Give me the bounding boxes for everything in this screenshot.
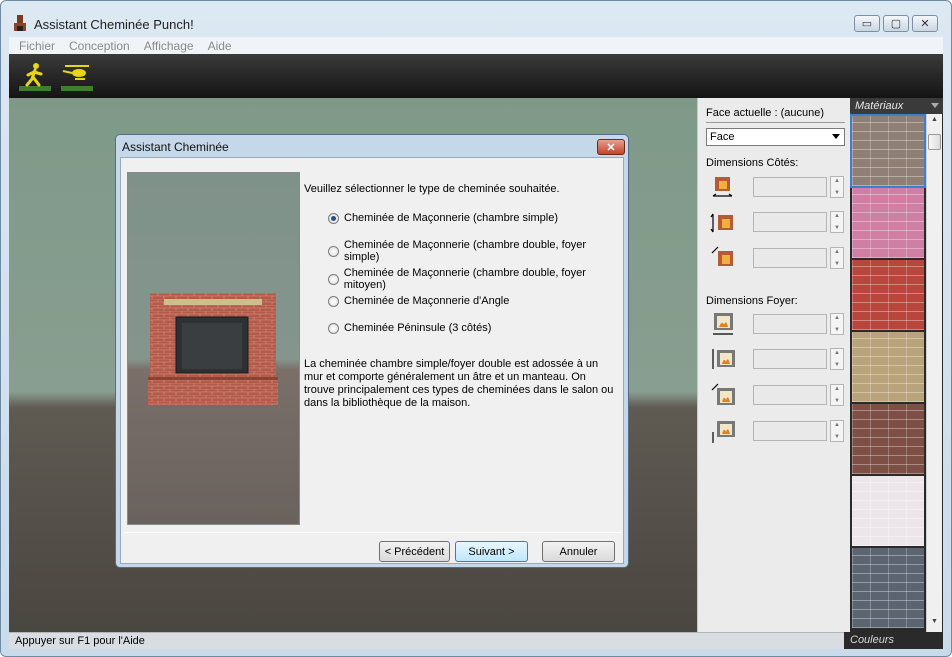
status-text: Appuyer sur F1 pour l'Aide — [15, 635, 145, 647]
side-width-icon — [712, 177, 733, 197]
menu-aide[interactable]: Aide — [208, 39, 232, 53]
side-width-spinner[interactable]: ▲ ▼ — [830, 176, 844, 198]
chevron-down-icon — [832, 134, 840, 139]
divider — [706, 122, 845, 123]
fireplace-type-option[interactable]: Cheminée de Maçonnerie d'Angle — [328, 295, 509, 307]
fireplace-type-option[interactable]: Cheminée de Maçonnerie (chambre double, … — [328, 239, 623, 263]
side-depth-spinner[interactable]: ▲ ▼ — [830, 247, 844, 269]
sides-dimensions-label: Dimensions Côtés: — [706, 157, 799, 169]
materials-panel: Matériaux ▲ ▼ — [850, 98, 943, 632]
hearth-width-spinner[interactable]: ▲ ▼ — [830, 313, 844, 335]
side-height-field[interactable] — [753, 212, 827, 232]
divider — [124, 532, 622, 533]
title-bar[interactable]: Assistant Cheminée Punch! ▭ ▢ ✕ — [1, 1, 951, 37]
toolbar — [9, 54, 943, 98]
option-label: Cheminée de Maçonnerie d'Angle — [344, 295, 510, 307]
scroll-up-icon[interactable]: ▲ — [931, 116, 938, 123]
current-face-label: Face actuelle : (aucune) — [706, 107, 825, 119]
hearth-height-spinner[interactable]: ▲ ▼ — [830, 348, 844, 370]
radio-unselected[interactable] — [328, 273, 339, 285]
next-button[interactable]: Suivant > — [455, 541, 528, 562]
side-height-icon — [710, 213, 733, 233]
previous-button[interactable]: < Précédent — [379, 541, 450, 562]
hearth-depth-field[interactable] — [753, 385, 827, 405]
hearth-height-field[interactable] — [753, 349, 827, 369]
helicopter-view-icon[interactable] — [61, 60, 93, 92]
material-swatch[interactable] — [852, 260, 924, 330]
minimize-button[interactable]: ▭ — [854, 15, 880, 32]
dialog-title: Assistant Cheminée — [122, 140, 229, 154]
option-label: Cheminée de Maçonnerie (chambre double, … — [343, 267, 586, 291]
material-swatch[interactable] — [850, 114, 926, 188]
radio-unselected[interactable] — [328, 245, 339, 257]
fireplace-wizard-dialog: Assistant Cheminée ✕ Veuillez sélectionn… — [115, 134, 629, 568]
hearth-elevation-icon — [712, 421, 735, 443]
hearth-width-icon — [713, 313, 733, 335]
dialog-close-button[interactable]: ✕ — [597, 139, 625, 155]
hearth-elevation-spinner[interactable]: ▲ ▼ — [830, 420, 844, 442]
fireplace-preview-image — [127, 172, 300, 525]
materials-header[interactable]: Matériaux — [850, 98, 943, 114]
face-select[interactable]: Face — [706, 128, 845, 146]
chevron-down-icon — [931, 103, 939, 108]
status-bar: Appuyer sur F1 pour l'Aide — [9, 632, 943, 649]
material-swatch[interactable] — [852, 332, 924, 402]
hearth-depth-icon — [711, 383, 735, 405]
walk-mode-icon[interactable] — [19, 60, 51, 92]
menu-affichage[interactable]: Affichage — [144, 39, 194, 53]
menu-fichier[interactable]: Fichier — [19, 39, 55, 53]
radio-unselected[interactable] — [328, 295, 339, 307]
dialog-body: Veuillez sélectionner le type de cheminé… — [120, 157, 624, 564]
app-window: Assistant Cheminée Punch! ▭ ▢ ✕ Fichier … — [0, 0, 952, 657]
wizard-prompt: Veuillez sélectionner le type de cheminé… — [304, 183, 560, 195]
fireplace-description: La cheminée chambre simple/foyer double … — [304, 358, 614, 409]
hearth-dimensions-label: Dimensions Foyer: — [706, 295, 798, 307]
material-swatch[interactable] — [852, 188, 924, 258]
side-depth-field[interactable] — [753, 248, 827, 268]
window-title: Assistant Cheminée Punch! — [34, 17, 194, 32]
face-select-value: Face — [710, 131, 735, 143]
option-label: Cheminée de Maçonnerie (chambre simple) — [344, 212, 558, 224]
hearth-depth-spinner[interactable]: ▲ ▼ — [830, 384, 844, 406]
close-window-button[interactable]: ✕ — [912, 15, 938, 32]
option-label: Cheminée de Maçonnerie (chambre double, … — [343, 239, 587, 263]
scroll-down-icon[interactable]: ▼ — [931, 618, 938, 625]
properties-panel: Face actuelle : (aucune) Face Dimensions… — [697, 98, 850, 632]
side-height-spinner[interactable]: ▲ ▼ — [830, 211, 844, 233]
materials-scrollbar[interactable]: ▲ ▼ — [926, 114, 942, 632]
fireplace-type-option[interactable]: Cheminée de Maçonnerie (chambre simple) — [328, 212, 558, 224]
menu-conception[interactable]: Conception — [69, 39, 130, 53]
scroll-thumb[interactable] — [928, 134, 941, 150]
hearth-height-icon — [712, 349, 735, 369]
fireplace-type-option[interactable]: Cheminée Péninsule (3 côtés) — [328, 322, 491, 334]
maximize-button[interactable]: ▢ — [883, 15, 909, 32]
material-swatch[interactable] — [852, 476, 924, 546]
materials-title: Matériaux — [855, 100, 904, 112]
cancel-button[interactable]: Annuler — [542, 541, 615, 562]
hearth-width-field[interactable] — [753, 314, 827, 334]
option-label: Cheminée Péninsule (3 côtés) — [344, 322, 492, 334]
side-width-field[interactable] — [753, 177, 827, 197]
fireplace-type-option[interactable]: Cheminée de Maçonnerie (chambre double, … — [328, 267, 623, 291]
radio-unselected[interactable] — [328, 322, 339, 334]
fireplace-preview-drawing — [148, 293, 278, 405]
hearth-elevation-field[interactable] — [753, 421, 827, 441]
fireplace-app-icon — [14, 15, 26, 31]
material-swatch[interactable] — [852, 404, 924, 474]
colors-tab[interactable]: Couleurs — [844, 632, 943, 649]
side-depth-icon — [711, 246, 733, 266]
material-swatch[interactable] — [852, 548, 924, 628]
menu-bar: Fichier Conception Affichage Aide — [9, 37, 943, 54]
radio-selected[interactable] — [328, 212, 339, 224]
